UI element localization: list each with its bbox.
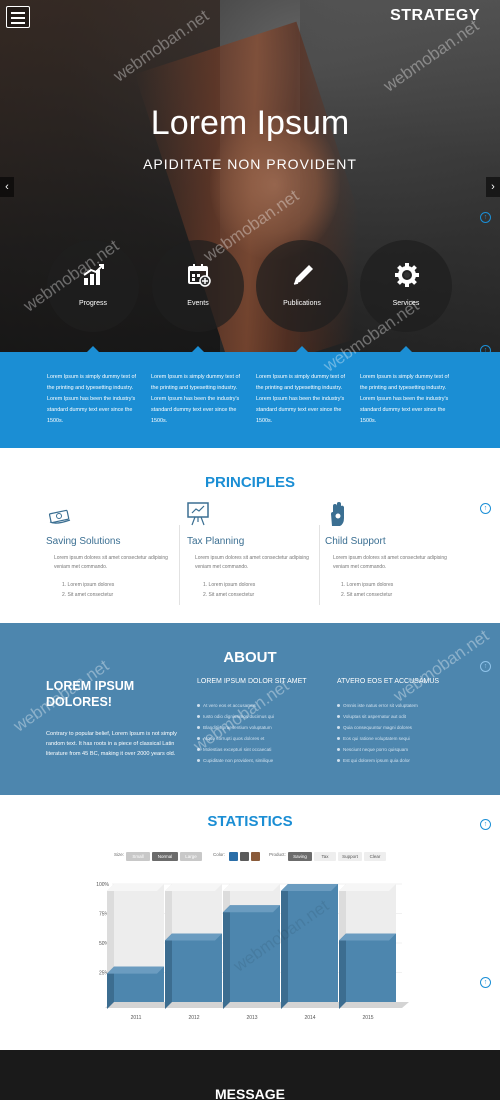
band-text: Lorem Ipsum is simply dummy text of the … (360, 374, 449, 424)
divider (319, 525, 320, 605)
gear-icon (395, 263, 419, 287)
color-label: Color: (213, 852, 226, 857)
list-item: 2. Sit amet consectetur (62, 592, 114, 598)
x-tick-label: 2015 (362, 1015, 373, 1021)
hamburger-icon (11, 12, 25, 14)
band-pointer (296, 346, 308, 352)
principle-desc: Lorem ipsum dolores sit amet consectetur… (54, 555, 168, 570)
color-swatch-blue[interactable] (229, 852, 238, 861)
bar-side (339, 933, 346, 1009)
band-pointer (87, 346, 99, 352)
scroll-up-icon[interactable]: ↑ (480, 977, 491, 988)
bar-side (165, 933, 172, 1009)
bar-top (339, 933, 396, 941)
list-item: 2. Sit amet consectetur (203, 592, 255, 598)
y-tick-label: 100% (96, 882, 109, 888)
feature-label: Publications (283, 300, 321, 307)
list-item: Quia consequuntur magni dolores (337, 722, 418, 733)
product-tax-button[interactable]: Tax (314, 852, 336, 861)
size-label: Size: (114, 852, 125, 857)
product-saving-button[interactable]: Saving (288, 852, 312, 861)
principle-child: Child Support Lorem ipsum dolores sit am… (325, 502, 460, 603)
about-col1-heading: LOREM IPSUM DOLOR SIT AMET (197, 678, 307, 685)
presentation-board-icon (187, 502, 209, 526)
chart-floor (105, 1002, 409, 1008)
bar (172, 933, 222, 1002)
principle-list: 1. Lorem ipsum dolores 2. Sit amet conse… (62, 580, 114, 600)
principle-desc: Lorem ipsum dolores sit amet consectetur… (195, 555, 309, 570)
bar-background-top (107, 884, 164, 891)
menu-button[interactable] (6, 6, 30, 28)
size-normal-button[interactable]: Normal (152, 852, 178, 861)
product-support-button[interactable]: Support (338, 852, 362, 861)
bar-background-top (339, 884, 396, 891)
principle-desc: Lorem ipsum dolores sit amet consectetur… (333, 555, 447, 570)
x-tick-label: 2014 (304, 1015, 315, 1021)
principle-list: 1. Lorem ipsum dolores 2. Sit amet conse… (341, 580, 393, 600)
scroll-up-icon[interactable]: ↑ (480, 661, 491, 672)
divider (179, 525, 180, 605)
feature-events[interactable]: Events (152, 240, 244, 332)
list-item: Eos qui ratione voluptatem sequi (337, 733, 418, 744)
list-item: Voluptas sit aspernatur aut odit (337, 711, 418, 722)
statistics-title: STATISTICS (207, 813, 293, 830)
list-item: Cupiditate non provident, similique (197, 755, 274, 766)
color-swatch-brown[interactable] (251, 852, 260, 861)
scroll-up-icon[interactable]: ↑ (480, 819, 491, 830)
pen-icon (293, 265, 313, 285)
band-pointer (400, 346, 412, 352)
about-title: ABOUT (223, 649, 277, 666)
scroll-up-icon[interactable]: ↑ (480, 503, 491, 514)
size-small-button[interactable]: Small (126, 852, 150, 861)
x-tick-label: 2012 (188, 1015, 199, 1021)
principle-saving: Saving Solutions Lorem ipsum dolores sit… (46, 508, 181, 603)
money-icon (48, 509, 71, 524)
hero-subtitle: APIDITATE NON PROVIDENT (143, 156, 357, 172)
band-pointer (192, 346, 204, 352)
about-col2-list: Omnis iste natus error sit voluptatem Vo… (337, 700, 418, 766)
list-item: 1. Lorem ipsum dolores (203, 582, 256, 588)
bar (346, 933, 396, 1002)
list-item: 1. Lorem ipsum dolores (62, 582, 115, 588)
hand-icon (331, 502, 344, 526)
list-item: Nesciunt neque porro quisquam (337, 744, 418, 755)
list-item: Est qui dolorem ipsum quia dolor (337, 755, 418, 766)
principle-title: Child Support (325, 536, 386, 547)
size-large-button[interactable]: Large (180, 852, 202, 861)
product-label: Product: (269, 852, 286, 857)
band-text: Lorem Ipsum is simply dummy text of the … (151, 374, 240, 424)
feature-label: Progress (78, 300, 107, 307)
bar-background-top (165, 884, 222, 891)
feature-publications[interactable]: Publications (256, 240, 348, 332)
principle-title: Tax Planning (187, 536, 245, 547)
bar-top (223, 905, 280, 913)
bar-background-top (223, 884, 280, 891)
calendar-icon (188, 264, 211, 287)
hero-title: Lorem Ipsum (150, 104, 350, 142)
x-tick-label: 2011 (131, 1015, 142, 1021)
band-text: Lorem Ipsum is simply dummy text of the … (47, 374, 136, 424)
x-tick-label: 2013 (246, 1015, 257, 1021)
bar-top (107, 966, 164, 974)
scroll-up-icon[interactable]: ↑ (480, 212, 491, 223)
about-body: Contrary to popular belief, Lorem Ipsum … (46, 731, 177, 757)
bar-side (223, 905, 230, 1009)
product-clear-button[interactable]: Clear (364, 852, 386, 861)
slider-prev-arrow[interactable]: ‹ (0, 177, 14, 197)
principle-title: Saving Solutions (46, 536, 121, 547)
bar-top (165, 933, 222, 941)
principle-list: 1. Lorem ipsum dolores 2. Sit amet conse… (203, 580, 255, 600)
list-item: 2. Sit amet consectetur (341, 592, 393, 598)
principle-tax: Tax Planning Lorem ipsum dolores sit ame… (187, 502, 322, 603)
band-text: Lorem Ipsum is simply dummy text of the … (256, 374, 345, 424)
color-swatch-gray[interactable] (240, 852, 249, 861)
principles-title: PRINCIPLES (204, 474, 295, 491)
list-item: 1. Lorem ipsum dolores (341, 582, 394, 588)
bar-top (281, 884, 338, 891)
slider-next-arrow[interactable]: › (486, 177, 500, 197)
feature-label: Events (187, 300, 209, 307)
